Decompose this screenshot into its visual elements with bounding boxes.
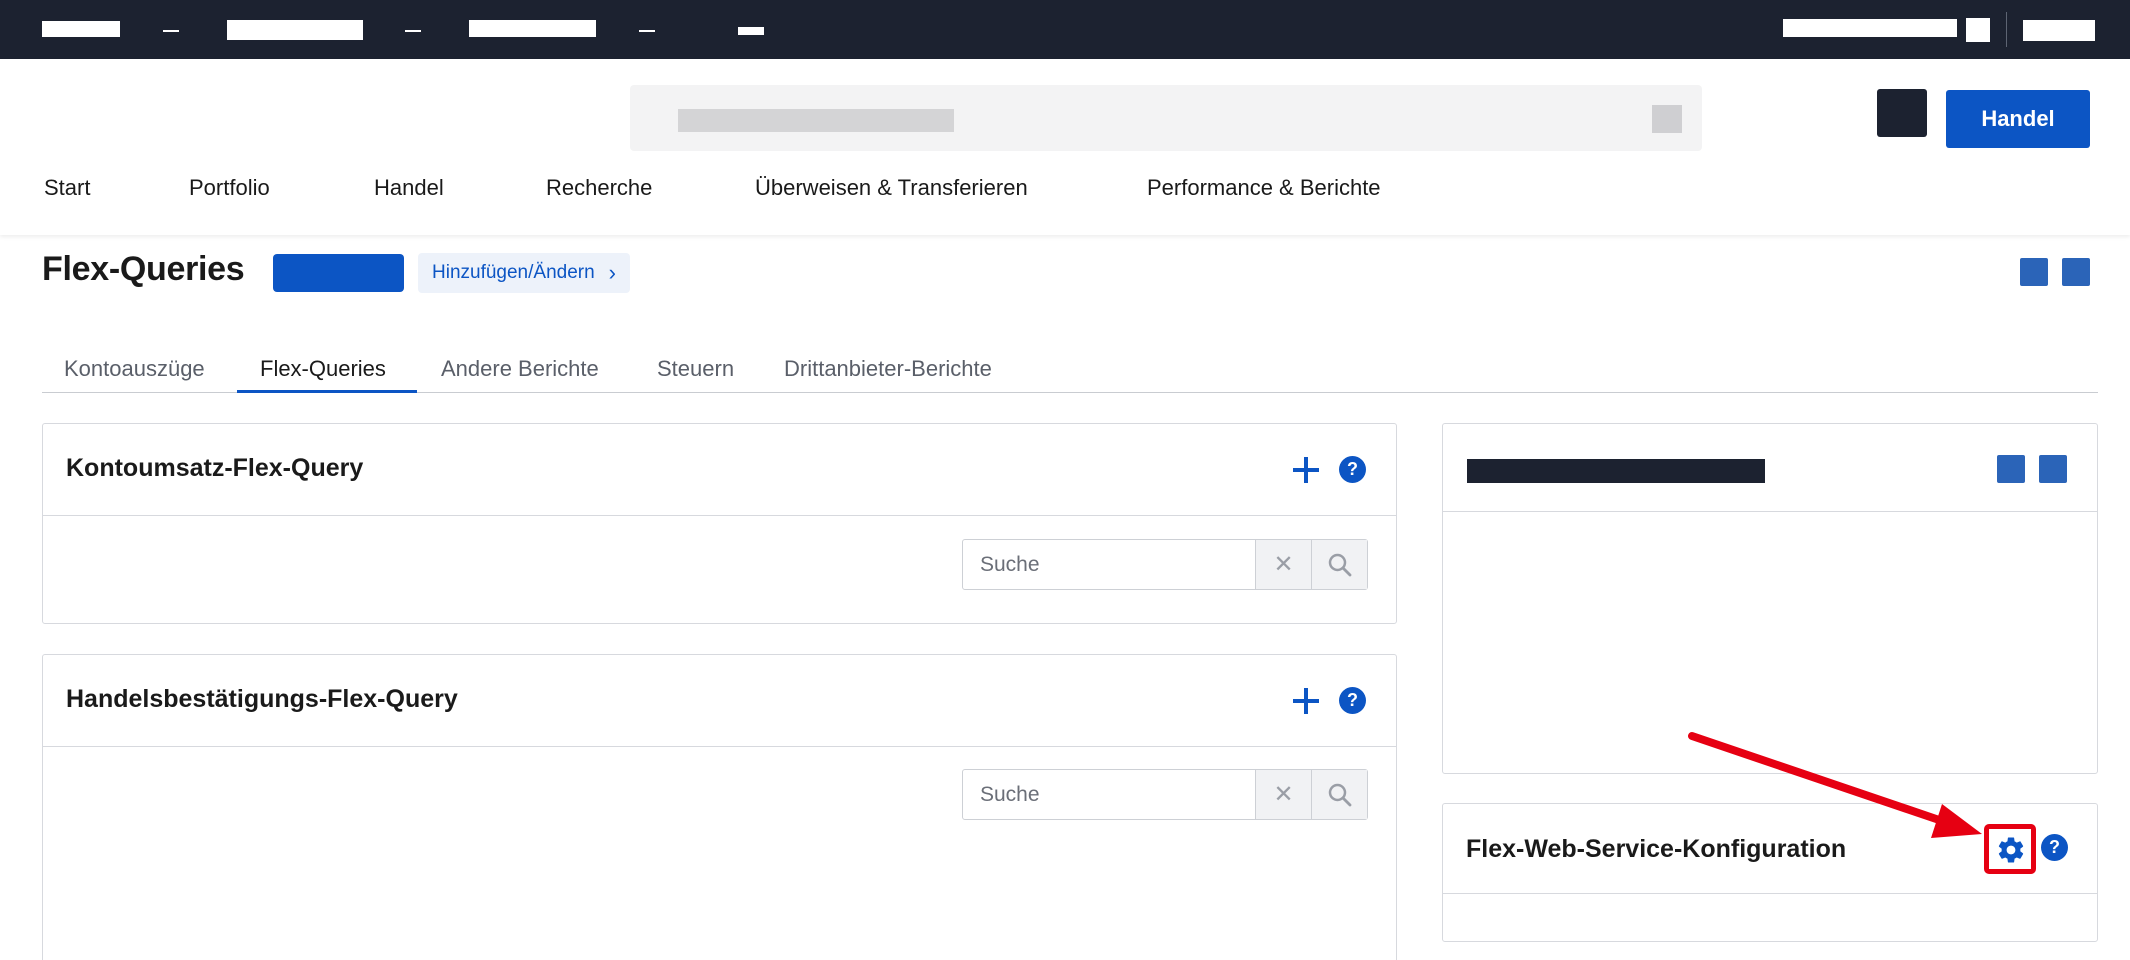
panel-title: Kontoumsatz-Flex-Query <box>66 454 364 482</box>
tab-flex-queries[interactable]: Flex-Queries <box>260 356 386 393</box>
topbar-divider <box>2006 12 2007 47</box>
redacted-title-badge <box>273 254 404 292</box>
search-input[interactable] <box>963 770 1255 819</box>
redacted-search-placeholder <box>678 109 954 132</box>
nav-item-performance-reports[interactable]: Performance & Berichte <box>1147 175 1381 201</box>
search-input[interactable] <box>963 540 1255 589</box>
redacted-search-icon[interactable] <box>1652 105 1682 133</box>
trade-button[interactable]: Handel <box>1946 90 2090 148</box>
help-icon[interactable]: ? <box>1339 456 1366 483</box>
redacted-user-badge[interactable] <box>1966 18 1990 42</box>
redacted-page-action-button[interactable] <box>2062 258 2090 286</box>
add-change-link[interactable]: Hinzufügen/Ändern › <box>418 253 630 293</box>
main-navigation: Start Portfolio Handel Recherche Überwei… <box>0 175 2130 215</box>
panel-header: Handelsbestätigungs-Flex-Query ? <box>43 655 1396 747</box>
search-icon[interactable] <box>1311 770 1367 819</box>
help-icon[interactable]: ? <box>2041 834 2068 861</box>
panel-header: Kontoumsatz-Flex-Query ? <box>43 424 1396 516</box>
nav-item-portfolio[interactable]: Portfolio <box>189 175 270 201</box>
activity-flex-query-panel: Kontoumsatz-Flex-Query ? ✕ <box>42 423 1397 624</box>
redacted-side-panel <box>1442 423 2098 774</box>
global-search-bar[interactable] <box>630 85 1702 151</box>
report-tabs: Kontoauszüge Flex-Queries Andere Bericht… <box>42 356 2098 393</box>
redacted-account-label <box>227 20 363 40</box>
nav-item-research[interactable]: Recherche <box>546 175 652 201</box>
redacted-panel-title <box>1467 459 1765 483</box>
tab-taxes[interactable]: Steuern <box>657 356 734 393</box>
panel-header <box>1443 424 2097 512</box>
tab-other-reports[interactable]: Andere Berichte <box>441 356 599 393</box>
annotation-highlight-box <box>1984 824 2036 874</box>
query-search: ✕ <box>962 539 1368 590</box>
redacted-account-label <box>738 27 764 35</box>
redacted-header-button[interactable] <box>1877 89 1927 137</box>
search-icon[interactable] <box>1311 540 1367 589</box>
active-tab-indicator <box>237 390 417 393</box>
panel-title: Handelsbestätigungs-Flex-Query <box>66 685 458 713</box>
clear-icon[interactable]: ✕ <box>1255 770 1311 819</box>
plus-icon[interactable] <box>1293 688 1319 714</box>
redacted-account-label <box>42 21 120 37</box>
add-change-label: Hinzufügen/Ändern <box>432 262 595 283</box>
nav-item-start[interactable]: Start <box>44 175 90 201</box>
trade-confirmation-flex-query-panel: Handelsbestätigungs-Flex-Query ? ✕ <box>42 654 1397 960</box>
separator-dash <box>163 30 179 32</box>
separator-dash <box>405 30 421 32</box>
redacted-user-name[interactable] <box>1783 19 1957 37</box>
query-search: ✕ <box>962 769 1368 820</box>
nav-item-transfer[interactable]: Überweisen & Transferieren <box>755 175 1028 201</box>
nav-item-trade[interactable]: Handel <box>374 175 444 201</box>
redacted-panel-action-button[interactable] <box>1997 455 2025 483</box>
tab-third-party-reports[interactable]: Drittanbieter-Berichte <box>784 356 992 393</box>
clear-icon[interactable]: ✕ <box>1255 540 1311 589</box>
redacted-account-label <box>469 20 596 37</box>
page-title: Flex-Queries <box>42 250 245 288</box>
tab-statements[interactable]: Kontoauszüge <box>64 356 205 393</box>
help-icon[interactable]: ? <box>1339 687 1366 714</box>
redacted-panel-action-button[interactable] <box>2039 455 2067 483</box>
panel-title: Flex-Web-Service-Konfiguration <box>1466 835 1847 863</box>
separator-dash <box>639 30 655 32</box>
top-account-bar <box>0 0 2130 59</box>
main-header: Handel Start Portfolio Handel Recherche … <box>0 59 2130 235</box>
plus-icon[interactable] <box>1293 457 1319 483</box>
redacted-page-action-button[interactable] <box>2020 258 2048 286</box>
redacted-logout-link[interactable] <box>2023 20 2095 41</box>
chevron-right-icon: › <box>608 260 616 285</box>
